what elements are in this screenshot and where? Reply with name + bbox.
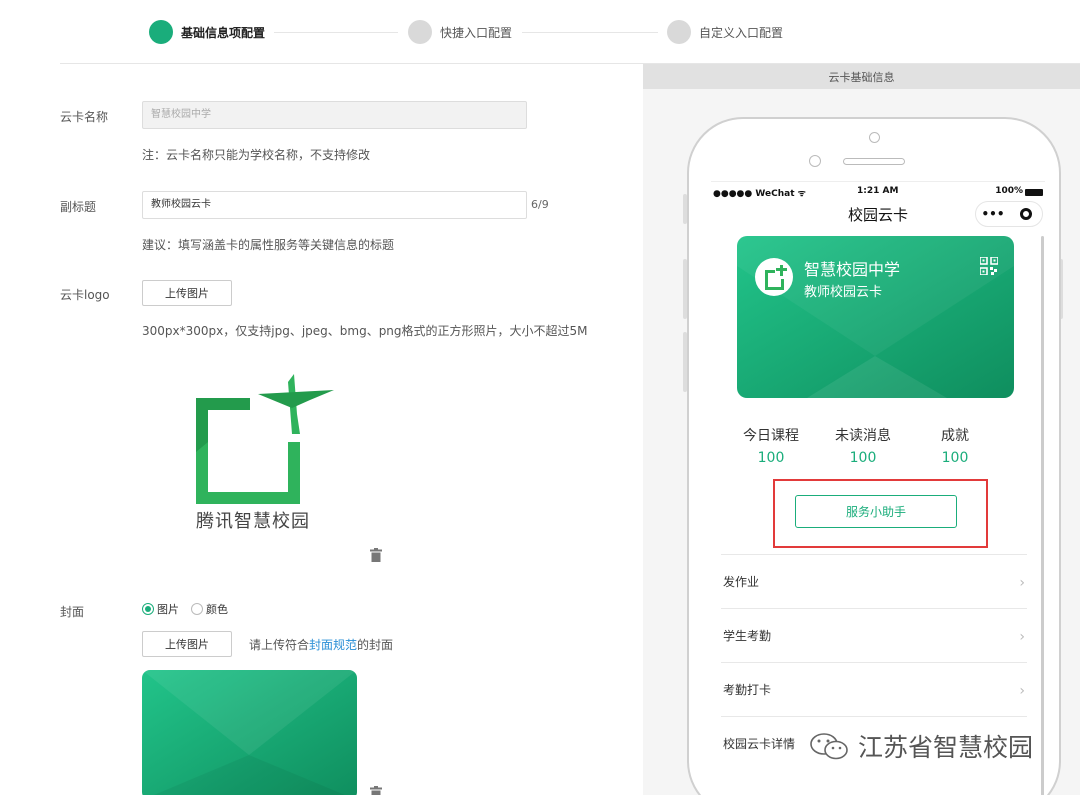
menu-item-label: 发作业 — [723, 575, 760, 589]
phone-sensor — [809, 155, 821, 167]
phone-camera — [869, 132, 880, 143]
subtitle-label: 副标题 — [60, 200, 97, 214]
subtitle-note: 建议：填写涵盖卡的属性服务等关键信息的标题 — [142, 238, 395, 252]
phone-speaker — [843, 158, 905, 165]
step-shortcut-entry[interactable]: 快捷入口配置 — [408, 20, 512, 44]
more-icon[interactable]: ••• — [976, 202, 1010, 226]
menu-item-label: 校园云卡详情 — [723, 737, 796, 751]
cover-upload-button[interactable]: 上传图片 — [142, 631, 232, 657]
card-logo-icon — [755, 258, 793, 296]
page-root: 基础信息项配置 快捷入口配置 自定义入口配置 云卡名称 智慧校园中学 注：云卡名… — [0, 0, 1080, 795]
stat-value: 100 — [941, 450, 969, 466]
card-name-label: 云卡名称 — [60, 110, 109, 124]
chevron-right-icon: › — [1019, 683, 1025, 699]
step-label: 自定义入口配置 — [699, 25, 784, 40]
stat-today-courses[interactable]: 今日课程 100 — [726, 425, 816, 466]
step-indicator — [667, 20, 691, 44]
cover-spec-link[interactable]: 封面规范 — [309, 638, 357, 652]
battery-icon — [1025, 189, 1043, 196]
card-school-name: 智慧校园中学 — [804, 260, 901, 279]
phone-screen: ●●●●● WeChat ᯤ 1:21 AM 100% 校园云卡 ••• 智慧校… — [711, 181, 1045, 795]
menu-item-homework[interactable]: 发作业 › — [721, 554, 1027, 608]
step-indicator-active — [149, 20, 173, 44]
school-logo-icon — [196, 374, 334, 504]
stat-label: 成就 — [941, 428, 969, 444]
logo-label: 云卡logo — [60, 288, 110, 302]
logo-brand-text: 腾讯智慧校园 — [196, 511, 310, 532]
stat-unread-messages[interactable]: 未读消息 100 — [818, 425, 908, 466]
cover-image-option-label: 图片 — [157, 603, 179, 616]
step-label: 快捷入口配置 — [440, 25, 513, 40]
cover-hint: 请上传符合封面规范的封面 — [249, 636, 393, 653]
qr-code-icon[interactable] — [980, 257, 998, 275]
preview-panel: 云卡基础信息 ●●●●● WeChat ᯤ 1:21 AM 100% 校园云卡 … — [643, 64, 1080, 795]
card-name-note: 注：云卡名称只能为学校名称，不支持修改 — [142, 148, 371, 162]
subtitle-char-counter: 6/9 — [531, 198, 549, 211]
service-assistant-button[interactable]: 服务小助手 — [795, 495, 957, 528]
watermark-text: 江苏省智慧校园 — [858, 733, 1034, 762]
step-connector — [274, 32, 398, 33]
stat-label: 未读消息 — [835, 428, 891, 444]
subtitle-field[interactable]: 教师校园云卡 — [142, 191, 527, 219]
cover-type-radio-group: 图片 颜色 — [142, 601, 228, 617]
step-progress: 基础信息项配置 快捷入口配置 自定义入口配置 — [60, 0, 1080, 64]
carrier-signal: ●●●●● WeChat ᯤ — [713, 189, 806, 199]
watermark: 江苏省智慧校园 — [808, 728, 1033, 764]
step-label: 基础信息项配置 — [181, 25, 266, 40]
logo-preview: 腾讯智慧校园 — [188, 372, 338, 537]
cover-preview-image — [142, 670, 357, 795]
menu-item-clock-in[interactable]: 考勤打卡 › — [721, 662, 1027, 716]
stat-achievements[interactable]: 成就 100 — [910, 425, 1000, 466]
logo-note: 300px*300px，仅支持jpg、jpeg、bmg、png格式的正方形照片，… — [142, 324, 588, 338]
mini-program-capsule[interactable]: ••• — [975, 201, 1043, 227]
menu-item-label: 学生考勤 — [723, 629, 772, 643]
card-subtitle: 教师校园云卡 — [804, 285, 883, 300]
cover-color-radio[interactable] — [191, 603, 203, 615]
close-target-icon[interactable] — [1020, 208, 1032, 220]
step-indicator — [408, 20, 432, 44]
step-connector — [522, 32, 658, 33]
chevron-right-icon: › — [1019, 629, 1025, 645]
cover-image-radio[interactable] — [142, 603, 154, 615]
cover-color-option-label: 颜色 — [206, 603, 228, 616]
card-name-field[interactable]: 智慧校园中学 — [142, 101, 527, 129]
status-time: 1:21 AM — [857, 186, 899, 196]
stat-label: 今日课程 — [743, 428, 799, 444]
cover-hint-text: 的封面 — [357, 638, 394, 652]
menu-item-label: 考勤打卡 — [723, 683, 772, 697]
chevron-right-icon: › — [1019, 575, 1025, 591]
stat-value: 100 — [757, 450, 785, 466]
delete-logo-icon[interactable] — [370, 548, 382, 562]
status-bar: ●●●●● WeChat ᯤ 1:21 AM 100% — [711, 186, 1045, 200]
step-basic-info[interactable]: 基础信息项配置 — [149, 20, 265, 44]
cover-hint-text: 请上传符合 — [249, 638, 310, 652]
campus-card[interactable]: 智慧校园中学 教师校园云卡 — [737, 236, 1014, 398]
stat-value: 100 — [849, 450, 877, 466]
preview-header: 云卡基础信息 — [643, 64, 1080, 89]
logo-upload-button[interactable]: 上传图片 — [142, 280, 232, 306]
menu-item-student-attendance[interactable]: 学生考勤 › — [721, 608, 1027, 662]
delete-cover-icon[interactable] — [370, 786, 382, 795]
scrollbar[interactable] — [1041, 236, 1044, 795]
cover-label: 封面 — [60, 605, 85, 619]
battery-percent: 100% — [995, 186, 1023, 196]
wechat-logo-icon — [810, 733, 848, 760]
phone-frame: ●●●●● WeChat ᯤ 1:21 AM 100% 校园云卡 ••• 智慧校… — [687, 117, 1061, 795]
step-custom-entry[interactable]: 自定义入口配置 — [667, 20, 783, 44]
